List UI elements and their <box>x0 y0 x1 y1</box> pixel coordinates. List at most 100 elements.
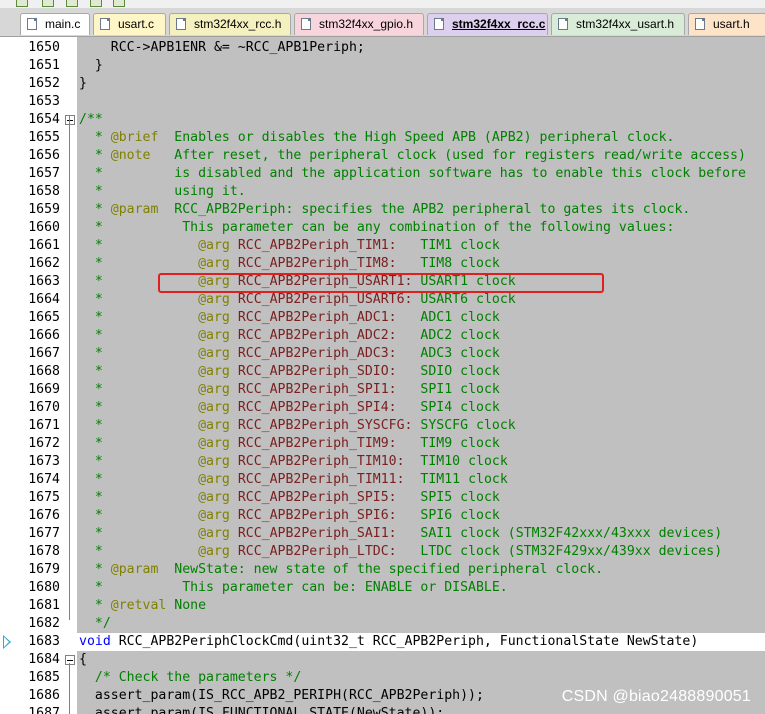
line-number: 1669 <box>28 382 60 397</box>
line-number: 1680 <box>28 580 60 595</box>
code-line[interactable]: 1652} <box>0 75 765 93</box>
toolbar-button-icon[interactable] <box>66 0 78 7</box>
code-line[interactable]: 1659 * @param RCC_APB2Periph: specifies … <box>0 201 765 219</box>
line-number: 1650 <box>28 40 60 55</box>
file-icon <box>301 18 311 30</box>
code-line[interactable]: 1685 /* Check the parameters */ <box>0 669 765 687</box>
code-line[interactable]: 1683 void RCC_APB2PeriphClockCmd(uint32_t… <box>0 633 765 651</box>
code-line[interactable]: 1671 * @arg RCC_APB2Periph_SYSCFG: SYSCF… <box>0 417 765 435</box>
line-number: 1672 <box>28 436 60 451</box>
line-number: 1676 <box>28 508 60 523</box>
line-number: 1681 <box>28 598 60 613</box>
code-line[interactable]: 1658 * using it. <box>0 183 765 201</box>
code-editor[interactable]: 1650 RCC->APB1ENR &= ~RCC_APB1Periph; 165… <box>0 37 765 714</box>
code-line[interactable]: 1662 * @arg RCC_APB2Periph_TIM8: TIM8 cl… <box>0 255 765 273</box>
line-number: 1666 <box>28 328 60 343</box>
line-number: 1658 <box>28 184 60 199</box>
code-line[interactable]: 1676 * @arg RCC_APB2Periph_SPI6: SPI6 cl… <box>0 507 765 525</box>
code-line[interactable]: 1655 * @brief Enables or disables the Hi… <box>0 129 765 147</box>
tab-main-c[interactable]: main.c <box>20 13 90 35</box>
tab-stm32f4xx-rcc-c[interactable]: stm32f4xx_rcc.c <box>427 13 548 35</box>
code-line[interactable]: 1668 * @arg RCC_APB2Periph_SDIO: SDIO cl… <box>0 363 765 381</box>
code-text: * @note After reset, the peripheral cloc… <box>79 148 746 163</box>
code-line[interactable]: 1653 <box>0 93 765 111</box>
code-line[interactable]: 1657 * is disabled and the application s… <box>0 165 765 183</box>
line-number: 1651 <box>28 58 60 73</box>
toolbar-button-icon[interactable] <box>16 0 28 7</box>
code-line[interactable]: 1678 * @arg RCC_APB2Periph_LTDC: LTDC cl… <box>0 543 765 561</box>
code-line[interactable]: 1667 * @arg RCC_APB2Periph_ADC3: ADC3 cl… <box>0 345 765 363</box>
code-line[interactable]: 1680 * This parameter can be: ENABLE or … <box>0 579 765 597</box>
code-text: * is disabled and the application softwa… <box>79 166 746 181</box>
code-text: assert_param(IS_FUNCTIONAL_STATE(NewStat… <box>79 706 445 714</box>
code-line[interactable]: 1672 * @arg RCC_APB2Periph_TIM9: TIM9 cl… <box>0 435 765 453</box>
code-line[interactable]: 1673 * @arg RCC_APB2Periph_TIM10: TIM10 … <box>0 453 765 471</box>
code-line[interactable]: 1656 * @note After reset, the peripheral… <box>0 147 765 165</box>
code-text: * @param RCC_APB2Periph: specifies the A… <box>79 202 691 217</box>
line-number: 1657 <box>28 166 60 181</box>
code-line[interactable]: 1674 * @arg RCC_APB2Periph_TIM11: TIM11 … <box>0 471 765 489</box>
code-line[interactable]: 1654 /** <box>0 111 765 129</box>
line-number: 1677 <box>28 526 60 541</box>
tab-stm32f4xx-gpio-h[interactable]: stm32f4xx_gpio.h <box>294 13 424 35</box>
line-number: 1686 <box>28 688 60 703</box>
code-line[interactable]: 1681 * @retval None <box>0 597 765 615</box>
fold-guide <box>69 663 70 714</box>
code-text: * @arg RCC_APB2Periph_TIM1: TIM1 clock <box>79 238 500 253</box>
toolbar <box>0 0 765 8</box>
code-line[interactable]: 1687 assert_param(IS_FUNCTIONAL_STATE(Ne… <box>0 705 765 714</box>
tab-label: stm32f4xx_rcc.c <box>452 17 546 31</box>
code-line[interactable]: 1670 * @arg RCC_APB2Periph_SPI4: SPI4 cl… <box>0 399 765 417</box>
tab-stm32f4xx-rcc-h[interactable]: stm32f4xx_rcc.h <box>169 13 291 35</box>
line-number: 1671 <box>28 418 60 433</box>
fold-guide <box>69 116 70 620</box>
code-text: * @arg RCC_APB2Periph_SPI1: SPI1 clock <box>79 382 500 397</box>
code-line[interactable]: 1665 * @arg RCC_APB2Periph_ADC1: ADC1 cl… <box>0 309 765 327</box>
code-line[interactable]: 1660 * This parameter can be any combina… <box>0 219 765 237</box>
line-number: 1665 <box>28 310 60 325</box>
code-text: * @arg RCC_APB2Periph_ADC2: ADC2 clock <box>79 328 500 343</box>
code-line[interactable]: 1679 * @param NewState: new state of the… <box>0 561 765 579</box>
toolbar-button-icon[interactable] <box>42 0 54 7</box>
line-number: 1656 <box>28 148 60 163</box>
toolbar-button-icon[interactable] <box>113 0 125 7</box>
code-line[interactable]: 1666 * @arg RCC_APB2Periph_ADC2: ADC2 cl… <box>0 327 765 345</box>
tab-usart-h[interactable]: usart.h <box>688 13 765 35</box>
code-line[interactable]: 1664 * @arg RCC_APB2Periph_USART6: USART… <box>0 291 765 309</box>
code-text: /** <box>79 112 103 127</box>
code-text: RCC->APB1ENR &= ~RCC_APB1Periph; <box>79 40 365 55</box>
code-text: * @arg RCC_APB2Periph_SDIO: SDIO clock <box>79 364 500 379</box>
code-line[interactable]: 1684 { <box>0 651 765 669</box>
toolbar-button-icon[interactable] <box>90 0 102 7</box>
line-number: 1679 <box>28 562 60 577</box>
tab-usart-c[interactable]: usart.c <box>93 13 166 35</box>
line-number: 1652 <box>28 76 60 91</box>
code-line[interactable]: 1675 * @arg RCC_APB2Periph_SPI5: SPI5 cl… <box>0 489 765 507</box>
tab-stm32f4xx-usart-h[interactable]: stm32f4xx_usart.h <box>551 13 685 35</box>
code-line[interactable]: 1661 * @arg RCC_APB2Periph_TIM1: TIM1 cl… <box>0 237 765 255</box>
file-icon <box>27 18 37 30</box>
code-text: * @arg RCC_APB2Periph_SPI5: SPI5 clock <box>79 490 500 505</box>
code-text: * @arg RCC_APB2Periph_TIM8: TIM8 clock <box>79 256 500 271</box>
code-text: * @arg RCC_APB2Periph_SYSCFG: SYSCFG clo… <box>79 418 516 433</box>
fold-collapse-icon[interactable] <box>65 655 75 665</box>
code-line[interactable]: 1669 * @arg RCC_APB2Periph_SPI1: SPI1 cl… <box>0 381 765 399</box>
fold-collapse-icon[interactable] <box>65 115 75 125</box>
code-text: * @arg RCC_APB2Periph_SPI4: SPI4 clock <box>79 400 500 415</box>
code-line[interactable]: 1677 * @arg RCC_APB2Periph_SAI1: SAI1 cl… <box>0 525 765 543</box>
code-line[interactable]: 1651 } <box>0 57 765 75</box>
code-text: } <box>79 76 87 91</box>
code-text: */ <box>79 616 111 631</box>
line-number: 1674 <box>28 472 60 487</box>
code-text: * @brief Enables or disables the High Sp… <box>79 130 675 145</box>
line-number: 1675 <box>28 490 60 505</box>
code-line[interactable]: 1650 RCC->APB1ENR &= ~RCC_APB1Periph; <box>0 39 765 57</box>
code-text: * @arg RCC_APB2Periph_SPI6: SPI6 clock <box>79 508 500 523</box>
code-text: void RCC_APB2PeriphClockCmd(uint32_t RCC… <box>79 634 699 649</box>
line-number: 1655 <box>28 130 60 145</box>
line-number: 1659 <box>28 202 60 217</box>
highlight-box <box>158 273 604 293</box>
code-text: * @retval None <box>79 598 207 613</box>
code-line[interactable]: 1682 */ <box>0 615 765 633</box>
line-number: 1683 <box>28 634 60 649</box>
